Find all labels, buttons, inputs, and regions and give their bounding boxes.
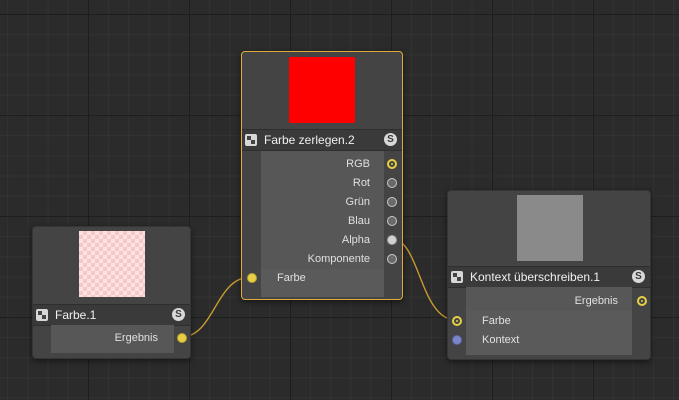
node-farbe-zerlegen[interactable]: Farbe zerlegen.2 S RGB Rot Grün Blau Alp…: [241, 51, 403, 300]
output-port-rgb[interactable]: [387, 159, 397, 169]
input-port-kontext[interactable]: [452, 335, 462, 345]
port-label-farbe: Farbe: [482, 315, 511, 327]
output-port-gruen[interactable]: [387, 197, 397, 207]
node-kontext-ueberschreiben[interactable]: Kontext überschreiben.1 S Ergebnis Farbe…: [447, 190, 651, 360]
solo-icon[interactable]: S: [384, 133, 397, 146]
solo-icon[interactable]: S: [632, 270, 645, 283]
output-port-alpha[interactable]: [387, 235, 397, 245]
node-type-icon: [245, 134, 257, 146]
port-label-farbe: Farbe: [277, 272, 306, 284]
input-port-farbe[interactable]: [247, 273, 257, 283]
output-port-komponente[interactable]: [387, 254, 397, 264]
port-label-komponente: Komponente: [307, 253, 370, 265]
node-type-icon: [451, 271, 463, 283]
output-port-rot[interactable]: [387, 178, 397, 188]
solo-icon[interactable]: S: [172, 308, 185, 321]
node-header[interactable]: Kontext überschreiben.1 S: [448, 266, 650, 288]
node-title: Farbe.1: [55, 308, 97, 322]
output-port-blau[interactable]: [387, 216, 397, 226]
node-title: Farbe zerlegen.2: [264, 133, 355, 147]
node-title: Kontext überschreiben.1: [470, 270, 601, 284]
port-label-rgb: RGB: [346, 158, 370, 170]
output-port-ergebnis[interactable]: [177, 333, 187, 343]
port-label-gruen: Grün: [345, 196, 370, 208]
port-label-ergebnis: Ergebnis: [574, 295, 618, 307]
input-port-farbe[interactable]: [452, 316, 462, 326]
port-label-blau: Blau: [347, 215, 370, 227]
color-preview: [517, 195, 583, 261]
port-label-ergebnis: Ergebnis: [114, 332, 158, 344]
node-header[interactable]: Farbe zerlegen.2 S: [242, 129, 402, 151]
color-preview: [79, 231, 145, 297]
port-label-kontext: Kontext: [482, 334, 520, 346]
node-header[interactable]: Farbe.1 S: [33, 304, 190, 326]
node-farbe[interactable]: Farbe.1 S Ergebnis: [32, 226, 191, 359]
color-preview: [289, 57, 355, 123]
output-port-ergebnis[interactable]: [637, 296, 647, 306]
node-type-icon: [36, 309, 48, 321]
port-label-alpha: Alpha: [341, 234, 370, 246]
port-label-rot: Rot: [352, 177, 370, 189]
